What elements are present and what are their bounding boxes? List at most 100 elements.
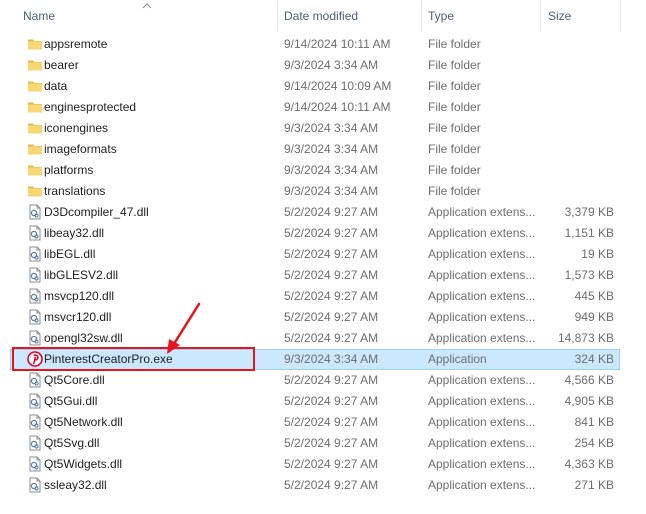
- file-date: 9/14/2024 10:11 AM: [284, 37, 391, 51]
- dll-icon: [27, 456, 43, 472]
- file-date: 5/2/2024 9:27 AM: [284, 226, 379, 240]
- file-type: Application extens...: [428, 436, 536, 450]
- file-size: 4,566 KB: [564, 373, 614, 387]
- file-size: [545, 118, 614, 139]
- file-name: imageformats: [44, 142, 117, 156]
- file-size: [545, 139, 614, 160]
- column-header-name[interactable]: Name: [23, 0, 55, 32]
- file-type: File folder: [428, 79, 481, 93]
- file-row[interactable]: msvcp120.dll 5/2/2024 9:27 AM Application …: [0, 286, 620, 307]
- file-name: Qt5Svg.dll: [44, 436, 100, 450]
- dll-icon: [27, 477, 43, 493]
- file-type: File folder: [428, 100, 481, 114]
- dll-icon: [27, 414, 43, 430]
- file-row[interactable]: ssleay32.dll 5/2/2024 9:27 AM Application …: [0, 475, 620, 496]
- file-name: enginesprotected: [44, 100, 137, 114]
- file-name: appsremote: [44, 37, 108, 51]
- file-row[interactable]: Qt5Core.dll 5/2/2024 9:27 AM Application e…: [0, 370, 620, 391]
- dll-icon: [27, 204, 43, 220]
- dll-icon: [27, 393, 43, 409]
- file-size: 1,151 KB: [564, 226, 614, 240]
- file-type: Application: [428, 352, 487, 366]
- file-row[interactable]: Qt5Network.dll 5/2/2024 9:27 AM Applicatio…: [0, 412, 620, 433]
- file-size: 14,873 KB: [557, 331, 614, 345]
- file-type: Application extens...: [428, 394, 536, 408]
- file-size: [545, 181, 614, 202]
- file-row[interactable]: Qt5Svg.dll 5/2/2024 9:27 AM Application ex…: [0, 433, 620, 454]
- file-row[interactable]: libEGL.dll 5/2/2024 9:27 AM Application ex…: [0, 244, 620, 265]
- column-header-bar: Name Date modified Type Size: [0, 0, 646, 32]
- dll-icon: [27, 225, 43, 241]
- file-date: 5/2/2024 9:27 AM: [284, 394, 379, 408]
- file-type: Application extens...: [428, 457, 536, 471]
- file-type: File folder: [428, 37, 481, 51]
- file-name: msvcp120.dll: [44, 289, 115, 303]
- file-date: 5/2/2024 9:27 AM: [284, 289, 379, 303]
- file-date: 5/2/2024 9:27 AM: [284, 205, 379, 219]
- file-name: libeay32.dll: [44, 226, 105, 240]
- file-row[interactable]: iconengines 9/3/2024 3:34 AM File folder: [0, 118, 620, 139]
- file-row[interactable]: opengl32sw.dll 5/2/2024 9:27 AM Applicatio…: [0, 328, 620, 349]
- dll-icon: [27, 435, 43, 451]
- file-name: libEGL.dll: [44, 247, 96, 261]
- file-row[interactable]: platforms 9/3/2024 3:34 AM File folder: [0, 160, 620, 181]
- dll-icon: [27, 330, 43, 346]
- file-name: data: [44, 79, 68, 93]
- column-divider[interactable]: [620, 0, 621, 32]
- file-type: Application extens...: [428, 478, 536, 492]
- file-name: Qt5Widgets.dll: [44, 457, 123, 471]
- file-row[interactable]: appsremote 9/14/2024 10:11 AM File folder: [0, 34, 620, 55]
- column-divider[interactable]: [540, 0, 541, 32]
- file-name: D3Dcompiler_47.dll: [44, 205, 149, 219]
- file-row[interactable]: translations 9/3/2024 3:34 AM File folder: [0, 181, 620, 202]
- file-row[interactable]: libGLESV2.dll 5/2/2024 9:27 AM Application…: [0, 265, 620, 286]
- file-name: Qt5Core.dll: [44, 373, 105, 387]
- file-date: 9/3/2024 3:34 AM: [284, 142, 379, 156]
- file-date: 5/2/2024 9:27 AM: [284, 373, 379, 387]
- file-row[interactable]: Qt5Widgets.dll 5/2/2024 9:27 AM Applicatio…: [0, 454, 620, 475]
- file-size: 1,573 KB: [564, 268, 614, 282]
- dll-icon: [27, 288, 43, 304]
- file-name: bearer: [44, 58, 79, 72]
- file-size: [545, 76, 614, 97]
- file-name: Qt5Network.dll: [44, 415, 123, 429]
- file-size: [545, 34, 614, 55]
- column-header-size[interactable]: Size: [548, 0, 571, 32]
- file-row[interactable]: enginesprotected 9/14/2024 10:11 AM File f…: [0, 97, 620, 118]
- file-row[interactable]: libeay32.dll 5/2/2024 9:27 AM Application …: [0, 223, 620, 244]
- file-name: translations: [44, 184, 106, 198]
- file-name: libGLESV2.dll: [44, 268, 119, 282]
- file-size: 3,379 KB: [564, 205, 614, 219]
- dll-icon: [27, 246, 43, 262]
- file-name: Qt5Gui.dll: [44, 394, 98, 408]
- folder-icon: [27, 120, 43, 136]
- file-size: [545, 55, 614, 76]
- file-date: 5/2/2024 9:27 AM: [284, 478, 379, 492]
- file-type: Application extens...: [428, 373, 536, 387]
- folder-icon: [27, 57, 43, 73]
- file-date: 5/2/2024 9:27 AM: [284, 247, 379, 261]
- column-header-date[interactable]: Date modified: [284, 0, 358, 32]
- file-date: 5/2/2024 9:27 AM: [284, 310, 379, 324]
- file-name: ssleay32.dll: [44, 478, 107, 492]
- file-date: 9/3/2024 3:34 AM: [284, 58, 379, 72]
- file-row[interactable]: imageformats 9/3/2024 3:34 AM File folder: [0, 139, 620, 160]
- column-divider[interactable]: [277, 0, 278, 32]
- file-row[interactable]: D3Dcompiler_47.dll 5/2/2024 9:27 AM Applic…: [0, 202, 620, 223]
- column-header-type[interactable]: Type: [428, 0, 454, 32]
- file-name: platforms: [44, 163, 94, 177]
- file-row[interactable]: bearer 9/3/2024 3:34 AM File folder: [0, 55, 620, 76]
- file-row[interactable]: data 9/14/2024 10:09 AM File folder: [0, 76, 620, 97]
- file-row[interactable]: msvcr120.dll 5/2/2024 9:27 AM Application …: [0, 307, 620, 328]
- file-row[interactable]: Qt5Gui.dll 5/2/2024 9:27 AM Application ex…: [0, 391, 620, 412]
- file-type: Application extens...: [428, 289, 536, 303]
- column-divider[interactable]: [421, 0, 422, 32]
- folder-icon: [27, 36, 43, 52]
- file-date: 9/3/2024 3:34 AM: [284, 352, 379, 366]
- file-size: 4,905 KB: [564, 394, 614, 408]
- file-type: File folder: [428, 184, 481, 198]
- file-type: Application extens...: [428, 310, 536, 324]
- file-size: 4,363 KB: [564, 457, 614, 471]
- file-date: 5/2/2024 9:27 AM: [284, 457, 379, 471]
- file-date: 5/2/2024 9:27 AM: [284, 331, 379, 345]
